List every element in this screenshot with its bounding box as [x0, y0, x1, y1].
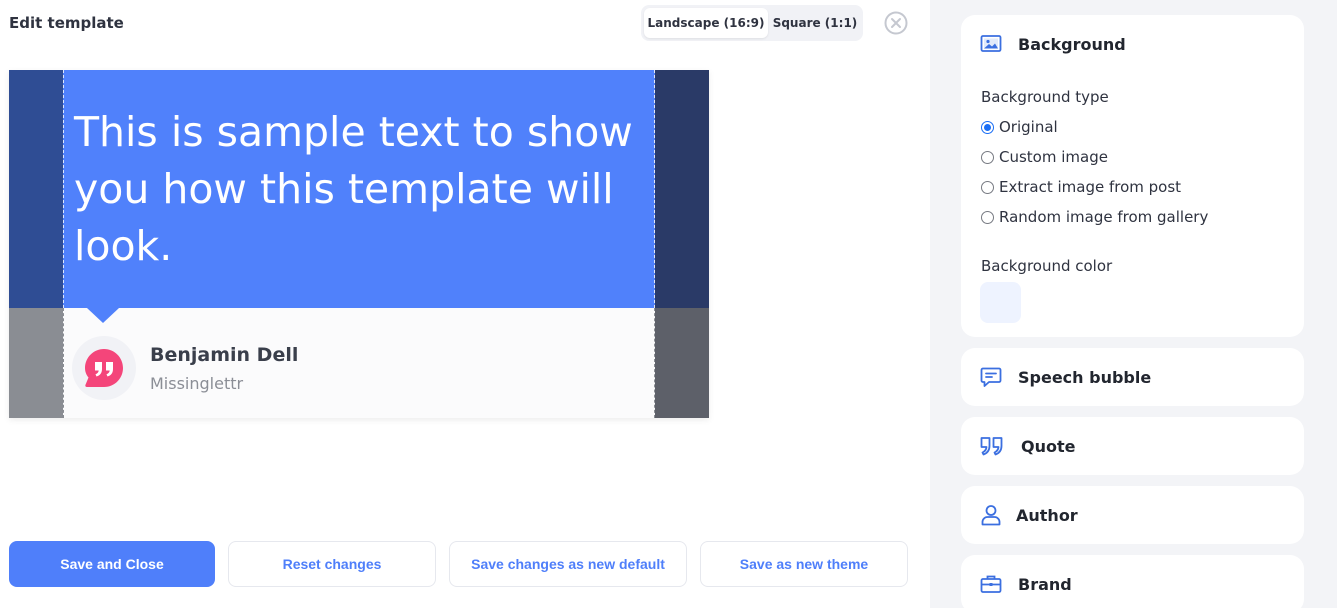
briefcase-icon	[980, 575, 1002, 593]
reset-changes-button[interactable]: Reset changes	[228, 541, 436, 587]
radio-original[interactable]: Original	[981, 118, 1058, 136]
radio-label: Custom image	[999, 148, 1108, 166]
quote-panel[interactable]: Quote	[961, 417, 1304, 475]
background-type-label: Background type	[981, 88, 1109, 106]
background-panel-header[interactable]: Background	[961, 15, 1304, 73]
author-card: Benjamin Dell Missinglettr	[63, 308, 655, 418]
page-title: Edit template	[9, 14, 124, 32]
radio-extract-image[interactable]: Extract image from post	[981, 178, 1181, 196]
radio-label: Random image from gallery	[999, 208, 1209, 226]
quote-panel-header[interactable]: Quote	[961, 417, 1304, 475]
background-panel: Background Background type Original Cust…	[961, 15, 1304, 337]
speech-bubble-panel-header[interactable]: Speech bubble	[961, 348, 1304, 406]
preview-background-bottom-right	[655, 308, 709, 418]
close-circle-icon	[884, 11, 908, 35]
author-name: Benjamin Dell	[150, 344, 299, 366]
radio-button[interactable]	[981, 150, 994, 164]
radio-label: Original	[999, 118, 1058, 136]
speech-bubble-panel-title: Speech bubble	[1018, 368, 1152, 387]
author-panel-title: Author	[1016, 506, 1078, 525]
author-subtitle: Missinglettr	[150, 374, 244, 393]
landscape-option[interactable]: Landscape (16:9)	[644, 8, 768, 38]
radio-label: Extract image from post	[999, 178, 1182, 196]
radio-button[interactable]	[981, 210, 994, 224]
brand-avatar	[72, 336, 136, 400]
radio-button[interactable]	[981, 180, 994, 194]
close-button[interactable]	[884, 11, 908, 35]
radio-custom-image[interactable]: Custom image	[981, 148, 1108, 166]
radio-random-image[interactable]: Random image from gallery	[981, 208, 1208, 226]
template-preview: This is sample text to show you how this…	[9, 70, 709, 418]
radio-button[interactable]	[981, 120, 994, 134]
speech-bubble-icon	[980, 367, 1002, 387]
brand-panel-title: Brand	[1018, 575, 1072, 594]
quote-text: This is sample text to show you how this…	[74, 108, 633, 270]
background-color-swatch[interactable]	[980, 282, 1021, 323]
author-panel-header[interactable]: Author	[961, 486, 1304, 544]
save-as-theme-button[interactable]: Save as new theme	[700, 541, 908, 587]
aspect-ratio-toggle: Landscape (16:9) Square (1:1)	[641, 5, 863, 41]
settings-sidebar: Background Background type Original Cust…	[930, 0, 1337, 608]
brand-panel[interactable]: Brand	[961, 555, 1304, 608]
square-option[interactable]: Square (1:1)	[770, 8, 860, 38]
user-icon	[981, 505, 1001, 526]
editor-area: Edit template Landscape (16:9) Square (1…	[0, 0, 930, 608]
quote-icon	[980, 437, 1003, 456]
preview-background-top-right	[655, 70, 709, 308]
speech-bubble-pointer	[87, 308, 119, 323]
brand-panel-header[interactable]: Brand	[961, 555, 1304, 608]
background-panel-title: Background	[1018, 35, 1126, 54]
speech-bubble-panel[interactable]: Speech bubble	[961, 348, 1304, 406]
speech-bubble: This is sample text to show you how this…	[63, 70, 655, 308]
missinglettr-logo-icon	[85, 349, 123, 387]
quote-panel-title: Quote	[1021, 437, 1076, 456]
author-panel[interactable]: Author	[961, 486, 1304, 544]
background-color-label: Background color	[981, 257, 1113, 275]
save-as-default-button[interactable]: Save changes as new default	[449, 541, 687, 587]
image-icon	[980, 35, 1002, 52]
save-and-close-button[interactable]: Save and Close	[9, 541, 215, 587]
